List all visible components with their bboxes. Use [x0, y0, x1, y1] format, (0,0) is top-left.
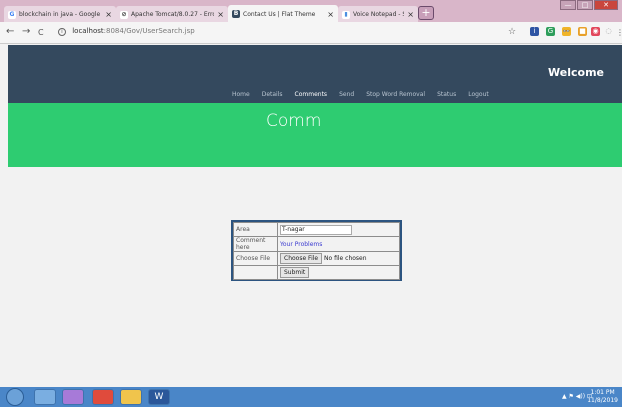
comment-cell: Your Problems: [277, 236, 400, 252]
form-row-comment: Comment here Your Problems: [233, 236, 400, 252]
nav-logout[interactable]: Logout: [468, 91, 489, 98]
extension-info-icon[interactable]: i: [530, 27, 539, 36]
area-cell: T-nagar: [277, 222, 400, 237]
star-icon[interactable]: ☆: [508, 27, 516, 37]
comment-label: Comment here: [233, 236, 278, 252]
extension-notes-icon[interactable]: ■: [578, 27, 587, 36]
url-host: localhost: [72, 27, 104, 35]
new-tab-button[interactable]: +: [418, 6, 434, 20]
welcome-text: Welcome: [548, 66, 604, 79]
folder-icon[interactable]: [120, 389, 142, 405]
browser-tabstrip: G blockchain in java - Google Sear × ⊘ A…: [0, 0, 622, 23]
url-field[interactable]: i localhost:8084/Gov/UserSearch.jsp: [58, 27, 195, 36]
empty-cell: [233, 265, 278, 280]
info-icon[interactable]: i: [58, 28, 66, 36]
tab-title: Apache Tomcat/8.0.27 - Error rep: [131, 11, 214, 18]
start-button[interactable]: [6, 388, 24, 406]
clock-time: 1:01 PM: [590, 389, 615, 396]
forward-icon[interactable]: →: [22, 26, 30, 37]
main-nav: Home Details Comments Send Stop Word Rem…: [232, 91, 489, 98]
comment-form: Area T-nagar Comment here Your Problems …: [231, 220, 402, 281]
close-tab-icon[interactable]: ×: [217, 10, 224, 19]
form-row-area: Area T-nagar: [233, 222, 400, 237]
area-input[interactable]: T-nagar: [280, 224, 352, 235]
tomcat-icon: ⊘: [120, 10, 128, 19]
close-tab-icon[interactable]: ×: [105, 10, 112, 19]
file-status: No file chosen: [324, 255, 367, 262]
screen: G blockchain in java - Google Sear × ⊘ A…: [0, 0, 622, 407]
extension-glasses-icon[interactable]: 👓: [562, 27, 571, 36]
tab-tomcat[interactable]: ⊘ Apache Tomcat/8.0.27 - Error rep ×: [116, 6, 228, 23]
word-icon[interactable]: W: [148, 389, 170, 405]
form-row-file: Choose File Choose File No file chosen: [233, 251, 400, 266]
tab-google[interactable]: G blockchain in java - Google Sear ×: [4, 6, 116, 23]
minimize-button[interactable]: —: [560, 0, 576, 10]
close-tab-icon[interactable]: ×: [327, 10, 334, 19]
ie-icon[interactable]: [34, 389, 56, 405]
tab-title: Contact Us | Flat Theme: [243, 10, 316, 18]
extension-gray-icon[interactable]: ◌: [604, 27, 613, 36]
tab-voice-notepad[interactable]: ▮ Voice Notepad - Speech to Text ×: [338, 6, 418, 23]
comment-input[interactable]: Your Problems: [280, 241, 322, 248]
tab-contact-us[interactable]: B Contact Us | Flat Theme ×: [228, 5, 338, 23]
submit-cell: Submit: [277, 265, 400, 280]
site-header: Welcome Home Details Comments Send Stop …: [8, 45, 622, 103]
page-title: Comm: [266, 111, 322, 131]
close-tab-icon[interactable]: ×: [407, 10, 414, 19]
address-bar: ← → C i localhost:8084/Gov/UserSearch.js…: [0, 22, 622, 44]
file-cell: Choose File No file chosen: [277, 251, 400, 266]
url-path: :8084/Gov/UserSearch.jsp: [103, 27, 195, 35]
tab-title: blockchain in java - Google Sear: [19, 11, 102, 18]
nav-send[interactable]: Send: [339, 91, 354, 98]
area-label: Area: [233, 222, 278, 237]
chrome-icon[interactable]: [92, 389, 114, 405]
nav-status[interactable]: Status: [437, 91, 456, 98]
form-row-submit: Submit: [233, 265, 400, 280]
b-icon: B: [232, 10, 240, 18]
maximize-button[interactable]: □: [577, 0, 593, 10]
extension-red-icon[interactable]: ◉: [591, 27, 600, 36]
back-icon[interactable]: ←: [6, 26, 14, 37]
mic-icon: ▮: [342, 10, 350, 19]
clock[interactable]: 1:01 PM 11/8/2019: [587, 389, 618, 405]
nav-comments[interactable]: Comments: [295, 91, 328, 98]
form-table: Area T-nagar Comment here Your Problems …: [233, 222, 400, 280]
clock-date: 11/8/2019: [587, 397, 618, 404]
file-label: Choose File: [233, 251, 278, 266]
nav-stop-word-removal[interactable]: Stop Word Removal: [366, 91, 425, 98]
windows-taskbar: W ▲ ⚑ ◀)) ⊡ 1:01 PM 11/8/2019: [0, 387, 622, 407]
choose-file-button[interactable]: Choose File: [280, 253, 323, 264]
google-icon: G: [8, 10, 16, 19]
eclipse-icon[interactable]: [62, 389, 84, 405]
nav-details[interactable]: Details: [262, 91, 283, 98]
extension-grammarly-icon[interactable]: G: [546, 27, 555, 36]
submit-button[interactable]: Submit: [280, 267, 310, 278]
nav-home[interactable]: Home: [232, 91, 250, 98]
reload-icon[interactable]: C: [38, 28, 44, 37]
page-banner: Comm: [8, 103, 622, 167]
menu-icon[interactable]: ⋮: [616, 28, 622, 37]
window-controls: — □ ✕: [560, 0, 618, 10]
tab-title: Voice Notepad - Speech to Text: [353, 11, 404, 18]
close-window-button[interactable]: ✕: [594, 0, 618, 10]
